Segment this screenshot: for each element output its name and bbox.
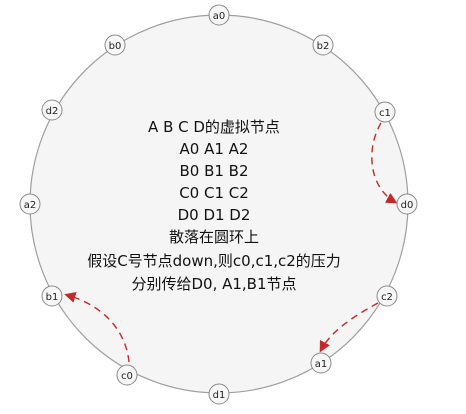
node-d0: d0 <box>396 193 418 215</box>
center-text-line-6: 散落在圆环上 <box>169 228 259 246</box>
node-c0-label: c0 <box>121 371 133 382</box>
node-c0: c0 <box>116 364 138 386</box>
hash-ring <box>29 14 409 394</box>
node-a2: a2 <box>19 193 41 215</box>
node-c2: c2 <box>376 285 398 307</box>
center-text-line-4: C0 C1 C2 <box>179 184 249 202</box>
node-b0: b0 <box>104 34 126 56</box>
node-d1-label: d1 <box>213 390 226 401</box>
node-d2: d2 <box>41 99 63 121</box>
center-text-line-2: A0 A1 A2 <box>180 140 249 158</box>
center-text-line-7: 假设C号节点down,则c0,c1,c2的压力 <box>87 252 341 270</box>
node-d2-label: d2 <box>46 106 59 117</box>
node-c1-label: c1 <box>379 108 391 119</box>
hash-ring-diagram: a0 b2 c1 d0 c2 a1 d1 c0 b1 a2 d2 b0 A B … <box>19 4 418 405</box>
node-d1: d1 <box>208 383 230 405</box>
center-text-line-3: B0 B1 B2 <box>179 162 248 180</box>
center-text-line-1: A B C D的虚拟节点 <box>148 118 280 136</box>
node-b1: b1 <box>41 285 63 307</box>
node-a1-label: a1 <box>315 359 328 370</box>
node-a2-label: a2 <box>24 200 37 211</box>
node-b0-label: b0 <box>109 41 122 52</box>
center-text-line-5: D0 D1 D2 <box>178 206 251 224</box>
center-text-line-8: 分别传给D0, A1,B1节点 <box>131 275 296 293</box>
node-d0-label: d0 <box>401 200 414 211</box>
node-a0-label: a0 <box>213 11 226 22</box>
node-a1: a1 <box>310 352 332 374</box>
node-b1-label: b1 <box>46 292 59 303</box>
node-b2: b2 <box>312 34 334 56</box>
node-a0: a0 <box>208 4 230 26</box>
node-c1: c1 <box>374 101 396 123</box>
node-b2-label: b2 <box>317 41 330 52</box>
node-c2-label: c2 <box>381 292 393 303</box>
